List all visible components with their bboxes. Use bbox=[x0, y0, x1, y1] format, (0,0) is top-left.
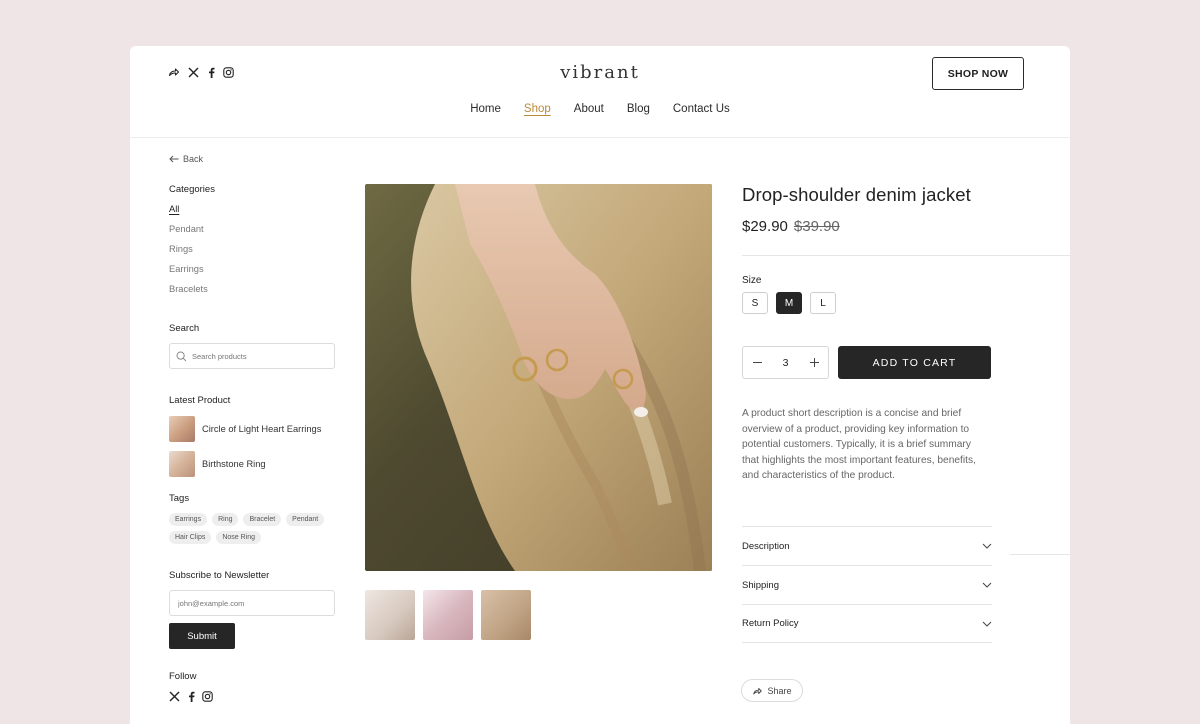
newsletter-title: Subscribe to Newsletter bbox=[169, 570, 270, 581]
original-price: $39.90 bbox=[793, 218, 840, 235]
thumbnail-strip bbox=[365, 590, 531, 640]
tags-section: Tags Earrings Ring Bracelet Pendant Hair… bbox=[169, 493, 335, 544]
latest-title: Latest Product bbox=[169, 395, 231, 406]
follow-links bbox=[169, 691, 335, 702]
search-title: Search bbox=[169, 323, 200, 334]
chevron-down-icon bbox=[982, 621, 992, 627]
category-pendant[interactable]: Pendant bbox=[169, 224, 335, 244]
tags-title: Tags bbox=[169, 493, 190, 504]
accordion-label: Description bbox=[742, 540, 790, 552]
submit-button[interactable]: Submit bbox=[169, 623, 235, 649]
categories-list: All Pendant Rings Earrings Bracelets bbox=[169, 204, 335, 304]
current-price: $29.90 bbox=[742, 218, 788, 235]
product-thumbnail bbox=[169, 415, 195, 442]
nav-contact-us[interactable]: Contact Us bbox=[673, 103, 730, 115]
quantity-stepper: 3 bbox=[742, 346, 829, 379]
search-box bbox=[169, 343, 335, 369]
shop-now-button[interactable]: SHOP NOW bbox=[932, 57, 1024, 90]
x-icon[interactable] bbox=[169, 691, 180, 702]
product-title: Drop-shoulder denim jacket bbox=[742, 184, 971, 205]
categories-section: Categories All Pendant Rings Earrings Br… bbox=[169, 184, 335, 304]
page-card: vibrant Home Shop About Blog Contact Us … bbox=[130, 46, 1070, 724]
categories-title: Categories bbox=[169, 184, 215, 195]
chevron-down-icon bbox=[982, 582, 992, 588]
size-option-s[interactable]: S bbox=[742, 292, 768, 314]
category-bracelets[interactable]: Bracelets bbox=[169, 284, 335, 304]
product-accordion: Description Shipping Return Policy bbox=[742, 526, 992, 643]
accordion-label: Return Policy bbox=[742, 618, 799, 629]
back-link[interactable]: Back bbox=[169, 154, 335, 164]
quantity-value[interactable]: 3 bbox=[783, 357, 789, 369]
product-short-description: A product short description is a concise… bbox=[742, 408, 976, 482]
search-input[interactable] bbox=[192, 351, 322, 361]
thumbnail-image[interactable] bbox=[481, 590, 531, 640]
thumbnail-image[interactable] bbox=[365, 590, 415, 640]
share-icon bbox=[752, 686, 763, 696]
chevron-down-icon bbox=[982, 543, 992, 549]
accordion-return-policy[interactable]: Return Policy bbox=[742, 604, 992, 643]
back-label: Back bbox=[183, 154, 204, 164]
tag-bracelet[interactable]: Bracelet bbox=[243, 513, 282, 526]
product-main-image[interactable] bbox=[365, 184, 712, 571]
brand-logo[interactable]: vibrant bbox=[130, 62, 1070, 83]
latest-section: Latest Product Circle of Light Heart Ear… bbox=[169, 395, 335, 477]
product-info: Drop-shoulder denim jacket $29.90 $39.90 bbox=[742, 184, 992, 235]
tag-earrings[interactable]: Earrings bbox=[169, 513, 208, 526]
share-label: Share bbox=[767, 685, 792, 696]
instagram-icon[interactable] bbox=[202, 691, 213, 702]
sidebar: Back Categories All Pendant Rings Earrin… bbox=[169, 154, 335, 702]
site-header: vibrant Home Shop About Blog Contact Us … bbox=[130, 46, 1070, 138]
follow-title: Follow bbox=[169, 671, 197, 682]
tag-hair-clips[interactable]: Hair Clips bbox=[169, 531, 212, 544]
minus-icon[interactable] bbox=[749, 355, 765, 371]
price-block: $29.90 $39.90 bbox=[742, 218, 992, 235]
accordion-shipping[interactable]: Shipping bbox=[742, 565, 992, 604]
category-earrings[interactable]: Earrings bbox=[169, 264, 335, 284]
thumbnail-image[interactable] bbox=[423, 590, 473, 640]
divider bbox=[742, 255, 1070, 256]
newsletter-email-input[interactable] bbox=[169, 590, 335, 616]
plus-icon[interactable] bbox=[806, 355, 822, 371]
tag-nose-ring[interactable]: Nose Ring bbox=[216, 531, 262, 544]
nav-about[interactable]: About bbox=[574, 103, 604, 115]
divider bbox=[1010, 554, 1070, 555]
nav-shop[interactable]: Shop bbox=[524, 103, 551, 115]
facebook-icon[interactable] bbox=[187, 691, 195, 702]
size-selector: S M L bbox=[742, 292, 836, 314]
accordion-description[interactable]: Description bbox=[742, 526, 992, 565]
tag-pendant[interactable]: Pendant bbox=[286, 513, 325, 526]
size-option-m[interactable]: M bbox=[776, 292, 802, 314]
product-thumbnail bbox=[169, 450, 195, 477]
add-to-cart-button[interactable]: ADD TO CART bbox=[838, 346, 991, 379]
latest-product-item[interactable]: Circle of Light Heart Earrings bbox=[169, 415, 335, 442]
tag-ring[interactable]: Ring bbox=[212, 513, 239, 526]
follow-section: Follow bbox=[169, 671, 335, 702]
size-label: Size bbox=[742, 275, 762, 286]
search-section: Search bbox=[169, 323, 335, 369]
size-option-l[interactable]: L bbox=[810, 292, 836, 314]
nav-blog[interactable]: Blog bbox=[627, 103, 650, 115]
accordion-label: Shipping bbox=[742, 579, 779, 591]
latest-product-name: Birthstone Ring bbox=[202, 458, 266, 469]
nav-home[interactable]: Home bbox=[470, 103, 501, 115]
latest-product-item[interactable]: Birthstone Ring bbox=[169, 450, 335, 477]
category-all[interactable]: All bbox=[169, 204, 335, 224]
arrow-left-icon bbox=[169, 155, 179, 163]
search-icon bbox=[176, 351, 187, 362]
latest-product-name: Circle of Light Heart Earrings bbox=[202, 423, 322, 434]
main-nav: Home Shop About Blog Contact Us bbox=[130, 103, 1070, 115]
category-rings[interactable]: Rings bbox=[169, 244, 335, 264]
tag-list: Earrings Ring Bracelet Pendant Hair Clip… bbox=[169, 513, 335, 544]
newsletter-section: Subscribe to Newsletter Submit bbox=[169, 570, 335, 649]
share-button[interactable]: Share bbox=[741, 679, 803, 702]
